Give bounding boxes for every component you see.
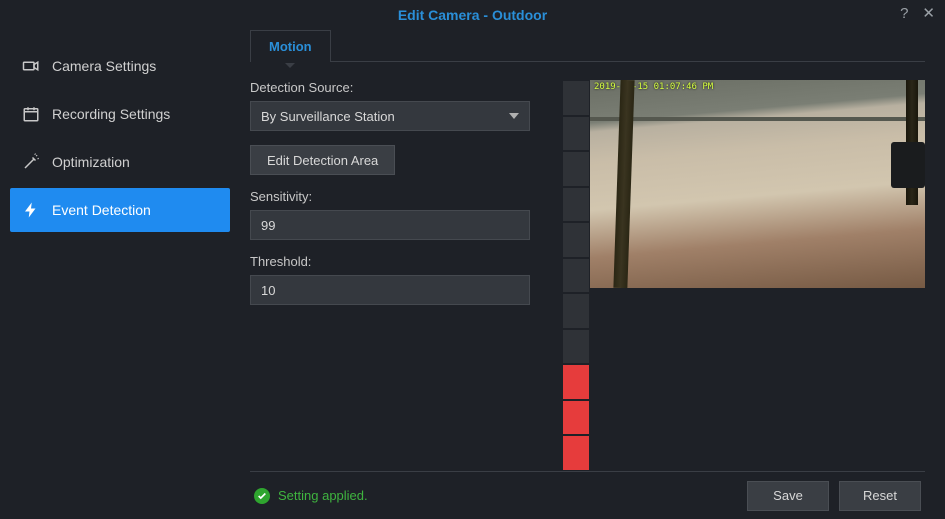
preview-timestamp-overlay: 2019-06-15 01:07:46 PM: [594, 82, 713, 92]
threshold-input[interactable]: [250, 275, 530, 305]
preview-column: 2019-06-15 01:07:46 PM: [562, 80, 925, 471]
level-cell: [562, 364, 590, 400]
close-icon[interactable]: ✕: [922, 6, 935, 21]
level-cell: [562, 151, 590, 187]
preview-decor: [613, 80, 634, 288]
level-cell: [562, 187, 590, 223]
sidebar-item-camera-settings[interactable]: Camera Settings: [10, 44, 230, 88]
field-threshold: Threshold:: [250, 254, 530, 305]
detection-source-select[interactable]: By Surveillance Station: [250, 101, 530, 131]
level-cell: [562, 222, 590, 258]
help-icon[interactable]: ?: [900, 6, 908, 21]
button-label: Reset: [863, 488, 897, 503]
button-label: Edit Detection Area: [267, 153, 378, 168]
sensitivity-label: Sensitivity:: [250, 189, 530, 204]
sidebar-item-label: Camera Settings: [52, 58, 156, 74]
sidebar-item-label: Event Detection: [52, 202, 151, 218]
field-detection-source: Detection Source: By Surveillance Statio…: [250, 80, 530, 131]
field-edit-area: Edit Detection Area: [250, 145, 530, 175]
edit-detection-area-button[interactable]: Edit Detection Area: [250, 145, 395, 175]
sidebar: Camera Settings Recording Settings Optim…: [0, 30, 240, 519]
main-panel: Motion Detection Source: By Surveillance…: [240, 30, 945, 519]
motion-level-meter: [562, 80, 590, 471]
preview-decor: [891, 142, 925, 188]
threshold-label: Threshold:: [250, 254, 530, 269]
check-circle-icon: [254, 488, 270, 504]
camera-preview: 2019-06-15 01:07:46 PM: [590, 80, 925, 288]
camera-icon: [22, 57, 40, 75]
level-cell: [562, 329, 590, 365]
tab-motion[interactable]: Motion: [250, 30, 331, 62]
sidebar-item-label: Recording Settings: [52, 106, 170, 122]
footer-buttons: Save Reset: [747, 481, 921, 511]
calendar-icon: [22, 105, 40, 123]
status-text: Setting applied.: [278, 488, 368, 503]
save-button[interactable]: Save: [747, 481, 829, 511]
level-cell: [562, 116, 590, 152]
chevron-down-icon: [509, 113, 519, 119]
window-controls: ? ✕: [900, 6, 935, 21]
level-cell: [562, 293, 590, 329]
settings-form: Detection Source: By Surveillance Statio…: [250, 80, 530, 471]
sidebar-item-optimization[interactable]: Optimization: [10, 140, 230, 184]
tab-content: Detection Source: By Surveillance Statio…: [250, 62, 925, 471]
level-cell: [562, 258, 590, 294]
reset-button[interactable]: Reset: [839, 481, 921, 511]
footer-bar: Setting applied. Save Reset: [250, 471, 925, 519]
level-cell: [562, 80, 590, 116]
bolt-icon: [22, 201, 40, 219]
level-cell: [562, 435, 590, 471]
tab-active-indicator: [285, 63, 295, 68]
tab-bar: Motion: [250, 30, 925, 62]
field-sensitivity: Sensitivity:: [250, 189, 530, 240]
window-title: Edit Camera - Outdoor: [398, 7, 547, 23]
sidebar-item-event-detection[interactable]: Event Detection: [10, 188, 230, 232]
sidebar-item-recording-settings[interactable]: Recording Settings: [10, 92, 230, 136]
titlebar: Edit Camera - Outdoor ? ✕: [0, 0, 945, 30]
tab-label: Motion: [269, 39, 312, 54]
detection-source-label: Detection Source:: [250, 80, 530, 95]
select-value: By Surveillance Station: [261, 109, 395, 124]
wand-icon: [22, 153, 40, 171]
sensitivity-input[interactable]: [250, 210, 530, 240]
status-message: Setting applied.: [254, 488, 368, 504]
level-cell: [562, 400, 590, 436]
button-label: Save: [773, 488, 803, 503]
sidebar-item-label: Optimization: [52, 154, 130, 170]
